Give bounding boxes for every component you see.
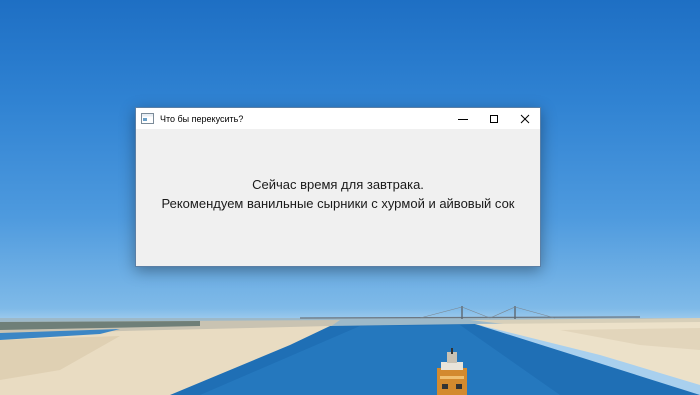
minimize-button[interactable] bbox=[447, 108, 478, 129]
app-window-icon bbox=[141, 113, 154, 124]
minimize-icon bbox=[457, 118, 468, 120]
message-line-1: Сейчас время для завтрака. bbox=[252, 176, 424, 192]
close-button[interactable] bbox=[509, 108, 540, 129]
message-content: Сейчас время для завтрака. Рекомендуем в… bbox=[136, 129, 540, 266]
window-title: Что бы перекусить? bbox=[160, 113, 244, 124]
maximize-button[interactable] bbox=[478, 108, 509, 129]
maximize-icon bbox=[489, 114, 498, 123]
window-controls bbox=[447, 108, 540, 129]
close-icon bbox=[520, 114, 529, 123]
desktop: Что бы перекусить? Сейчас время для завт… bbox=[0, 0, 700, 395]
message-window: Что бы перекусить? Сейчас время для завт… bbox=[135, 107, 541, 267]
message-line-2: Рекомендуем ванильные сырники с хурмой и… bbox=[161, 195, 515, 211]
window-titlebar[interactable]: Что бы перекусить? bbox=[136, 108, 540, 129]
